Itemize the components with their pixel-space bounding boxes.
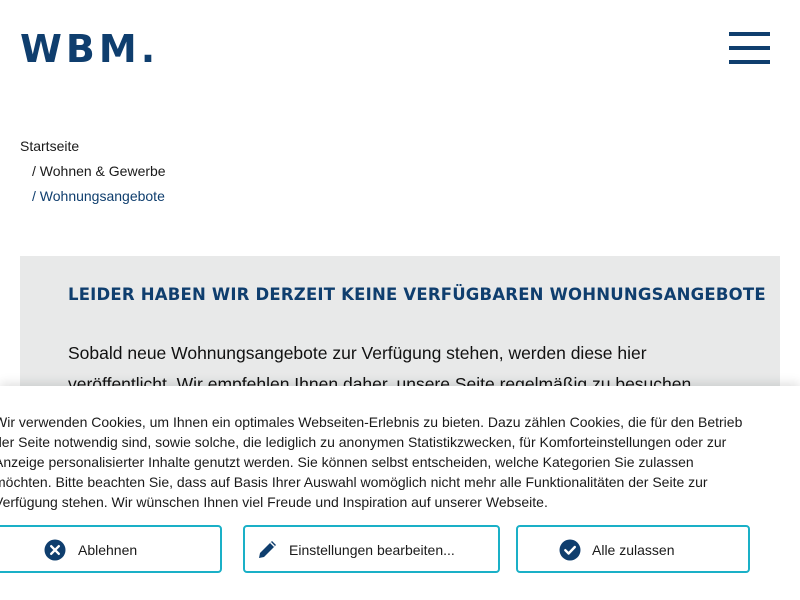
menu-button[interactable] bbox=[729, 32, 771, 66]
accept-all-button-label: Alle zulassen bbox=[592, 542, 675, 558]
check-circle-icon bbox=[559, 539, 581, 561]
menu-bar bbox=[729, 32, 770, 36]
reject-button-label: Ablehnen bbox=[78, 542, 138, 558]
cookie-text: Wir verwenden Cookies, um Ihnen ein opti… bbox=[0, 414, 743, 510]
notice-title: LEIDER HABEN WIR DERZEIT KEINE VERFÜGBAR… bbox=[68, 285, 766, 304]
menu-bar bbox=[729, 46, 770, 50]
reject-button[interactable]: Ablehnen bbox=[0, 525, 222, 573]
settings-button[interactable]: Einstellungen bearbeiten... bbox=[243, 525, 500, 573]
breadcrumb-item-wohnen-gewerbe[interactable]: / Wohnen & Gewerbe bbox=[32, 162, 166, 180]
accept-all-button[interactable]: Alle zulassen bbox=[516, 525, 750, 573]
pencil-icon bbox=[259, 541, 276, 558]
x-circle-icon bbox=[44, 539, 66, 561]
settings-button-label: Einstellungen bearbeiten... bbox=[289, 542, 455, 558]
no-offers-notice: LEIDER HABEN WIR DERZEIT KEINE VERFÜGBAR… bbox=[20, 256, 780, 396]
cookie-banner: Wir verwenden Cookies, um Ihnen ein opti… bbox=[0, 386, 800, 600]
breadcrumb-item-startseite[interactable]: Startseite bbox=[20, 137, 79, 155]
breadcrumb-item-wohnungsangebote[interactable]: / Wohnungsangebote bbox=[32, 187, 165, 205]
menu-bar bbox=[729, 60, 770, 64]
logo[interactable]: WBM. bbox=[20, 30, 159, 68]
